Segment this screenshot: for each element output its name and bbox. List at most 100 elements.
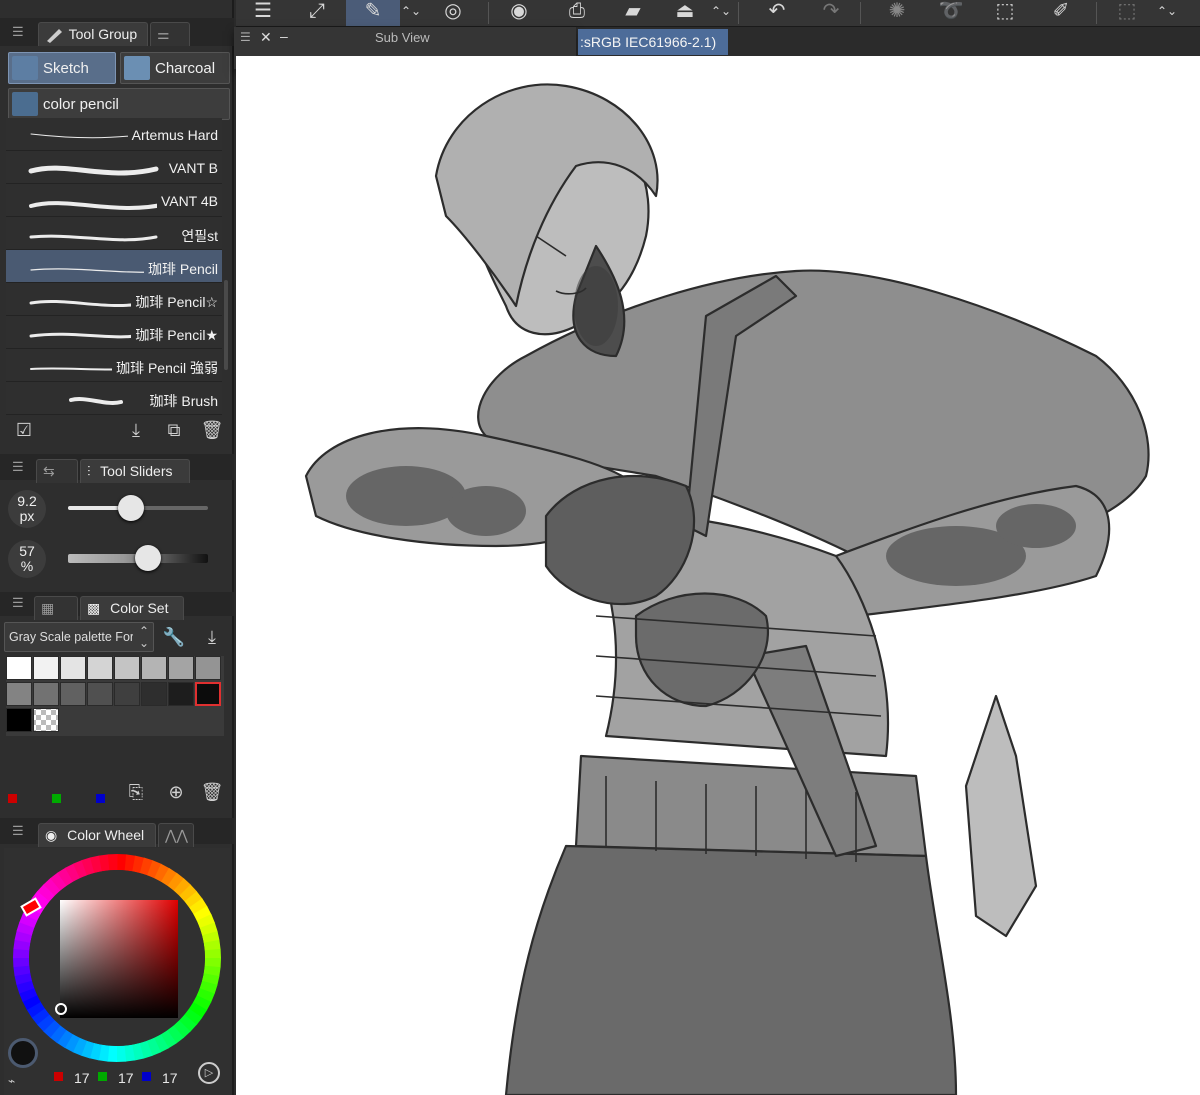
- subview-close-icon[interactable]: ✕: [260, 29, 272, 46]
- palette-import-icon[interactable]: ⤓: [200, 625, 224, 649]
- brush-label: 珈琲 Pencil 強弱: [112, 358, 218, 378]
- brush-list-scrollbar[interactable]: [224, 280, 228, 370]
- film-icon: ▦: [41, 600, 55, 616]
- color-swatch[interactable]: [141, 682, 167, 706]
- sliders-icon: ⚌: [157, 26, 170, 42]
- new-file-icon[interactable]: ⎙: [560, 0, 594, 26]
- brush-item[interactable]: VANT B: [6, 151, 222, 184]
- wrench-icon[interactable]: 🔧: [162, 625, 186, 649]
- color-swatch[interactable]: [6, 656, 32, 680]
- resize-icon[interactable]: ⤢: [300, 0, 334, 26]
- subtool-options-icon[interactable]: ☑: [12, 418, 36, 442]
- subview-minimize-icon[interactable]: –: [280, 28, 288, 44]
- record-icon[interactable]: ◉: [502, 0, 536, 26]
- spinner-icon[interactable]: ✺: [880, 0, 914, 26]
- import-icon[interactable]: ⤓: [124, 418, 148, 442]
- transparency-icon[interactable]: ⌁: [8, 1074, 15, 1088]
- brush-icon[interactable]: ✐: [1044, 0, 1078, 26]
- subtool-sketch[interactable]: Sketch: [8, 52, 116, 84]
- brush-label: VANT 4B: [156, 193, 218, 209]
- color-wheel[interactable]: [4, 848, 230, 1095]
- replace-color-icon[interactable]: ⎘: [124, 780, 148, 804]
- brush-item[interactable]: 珈琲 Pencil☆: [6, 283, 222, 316]
- deselect-icon[interactable]: ⬚: [1110, 0, 1144, 26]
- tab-tool-group[interactable]: Tool Group: [38, 22, 148, 46]
- color-swatch[interactable]: [6, 682, 32, 706]
- palette-select[interactable]: Gray Scale palette For Gr ⌃⌄: [4, 622, 154, 652]
- brush-item[interactable]: Artemus Hard: [6, 118, 222, 151]
- drawing-canvas[interactable]: [236, 56, 1200, 1095]
- add-color-icon[interactable]: ⊕: [164, 780, 188, 804]
- tool-sliders-icon: ⫶: [87, 463, 91, 479]
- tool-group-tabbar: ☰ Tool Group ⚌: [0, 18, 234, 46]
- color-wheel-icon: ◉: [45, 827, 58, 843]
- subtool-color-pencil[interactable]: color pencil: [8, 88, 230, 120]
- tab-color-set-label: Color Set: [110, 600, 169, 616]
- duplicate-icon[interactable]: ⧉: [162, 418, 186, 442]
- tab-swap[interactable]: ⇆: [36, 459, 78, 483]
- trash-icon[interactable]: 🗑: [200, 418, 224, 442]
- brush-item[interactable]: 珈琲 Pencil 強弱: [6, 349, 222, 382]
- subview-menu-icon[interactable]: ☰: [240, 30, 251, 44]
- panel-menu-icon[interactable]: ☰: [12, 596, 26, 609]
- tab-color-set[interactable]: ▩ Color Set: [80, 596, 184, 620]
- edit-icon[interactable]: ✎: [346, 0, 400, 26]
- color-swatch[interactable]: [114, 682, 140, 706]
- color-swatch[interactable]: [168, 656, 194, 680]
- menu-icon[interactable]: ☰: [246, 0, 280, 26]
- color-swatch[interactable]: [114, 656, 140, 680]
- export-icon[interactable]: ⏏: [668, 0, 702, 26]
- tab-color-wheel[interactable]: ◉ Color Wheel: [38, 823, 156, 847]
- tab-tool-sliders-label: Tool Sliders: [100, 463, 173, 479]
- transparent-swatch[interactable]: [33, 708, 59, 732]
- left-panel: ☰ Tool Group ⚌ Sketch Charcoal color pen…: [0, 0, 234, 1095]
- brush-item[interactable]: 珈琲 Brush: [6, 382, 222, 415]
- mountain-icon: ⋀⋀: [165, 827, 188, 843]
- brush-item[interactable]: 珈琲 Pencil★: [6, 316, 222, 349]
- chevron-updown-icon[interactable]: ⌃⌄: [400, 0, 422, 26]
- color-swatch[interactable]: [195, 682, 221, 706]
- chevron-updown-icon[interactable]: ⌃⌄: [710, 0, 732, 26]
- opacity-knob[interactable]: [134, 545, 161, 571]
- tab-intermediate[interactable]: ⋀⋀: [158, 823, 194, 847]
- panel-menu-icon[interactable]: ☰: [12, 25, 26, 38]
- brush-item[interactable]: 연필st: [6, 217, 222, 250]
- color-swatch[interactable]: [33, 682, 59, 706]
- play-icon[interactable]: ▷: [198, 1062, 220, 1084]
- color-swatch[interactable]: [87, 656, 113, 680]
- subview-title: Sub View: [375, 30, 430, 45]
- brush-size-value[interactable]: 9.2 px: [8, 490, 46, 528]
- color-swatch[interactable]: [87, 682, 113, 706]
- opacity-value[interactable]: 57 %: [8, 540, 46, 578]
- swatch-grid: [6, 656, 224, 736]
- color-swatch[interactable]: [60, 682, 86, 706]
- delete-color-icon[interactable]: 🗑: [200, 780, 224, 804]
- color-swatch[interactable]: [33, 656, 59, 680]
- brush-item[interactable]: 珈琲 Pencil: [6, 250, 222, 283]
- lasso-icon[interactable]: ➰: [934, 0, 968, 26]
- spiral-icon[interactable]: ◎: [436, 0, 470, 26]
- chevron-down-icon[interactable]: ⌃⌄: [1156, 0, 1178, 26]
- open-folder-icon[interactable]: ▰: [616, 0, 650, 26]
- color-swatch[interactable]: [60, 656, 86, 680]
- color-swatch[interactable]: [195, 656, 221, 680]
- brush-size-knob[interactable]: [118, 495, 144, 521]
- brush-item[interactable]: VANT 4B: [6, 184, 222, 217]
- transform-icon[interactable]: ⬚: [988, 0, 1022, 26]
- color-swatch[interactable]: [141, 656, 167, 680]
- command-bar: ☰ ⤢ ✎ ⌃⌄ ◎ ◉ ⎙ ▰ ⏏ ⌃⌄ ↶ ↷ ✺ ➰ ⬚ ✐ ⬚ ⌃⌄: [236, 0, 1200, 27]
- color-swatch[interactable]: [6, 708, 32, 732]
- panel-menu-icon[interactable]: ☰: [12, 460, 26, 473]
- tab-settings[interactable]: ⚌: [150, 22, 190, 46]
- subtool-charcoal[interactable]: Charcoal: [120, 52, 230, 84]
- color-set-icon: ▩: [87, 600, 101, 616]
- palette-name: Gray Scale palette For Gr: [9, 630, 133, 644]
- panel-menu-icon[interactable]: ☰: [12, 824, 26, 837]
- brush-label: 珈琲 Pencil: [143, 259, 218, 279]
- color-swatch[interactable]: [168, 682, 194, 706]
- redo-icon[interactable]: ↷: [814, 0, 848, 26]
- undo-icon[interactable]: ↶: [760, 0, 794, 26]
- tab-film[interactable]: ▦: [34, 596, 78, 620]
- tab-tool-sliders[interactable]: ⫶ Tool Sliders: [80, 459, 190, 483]
- main-color-chip[interactable]: [8, 1038, 38, 1068]
